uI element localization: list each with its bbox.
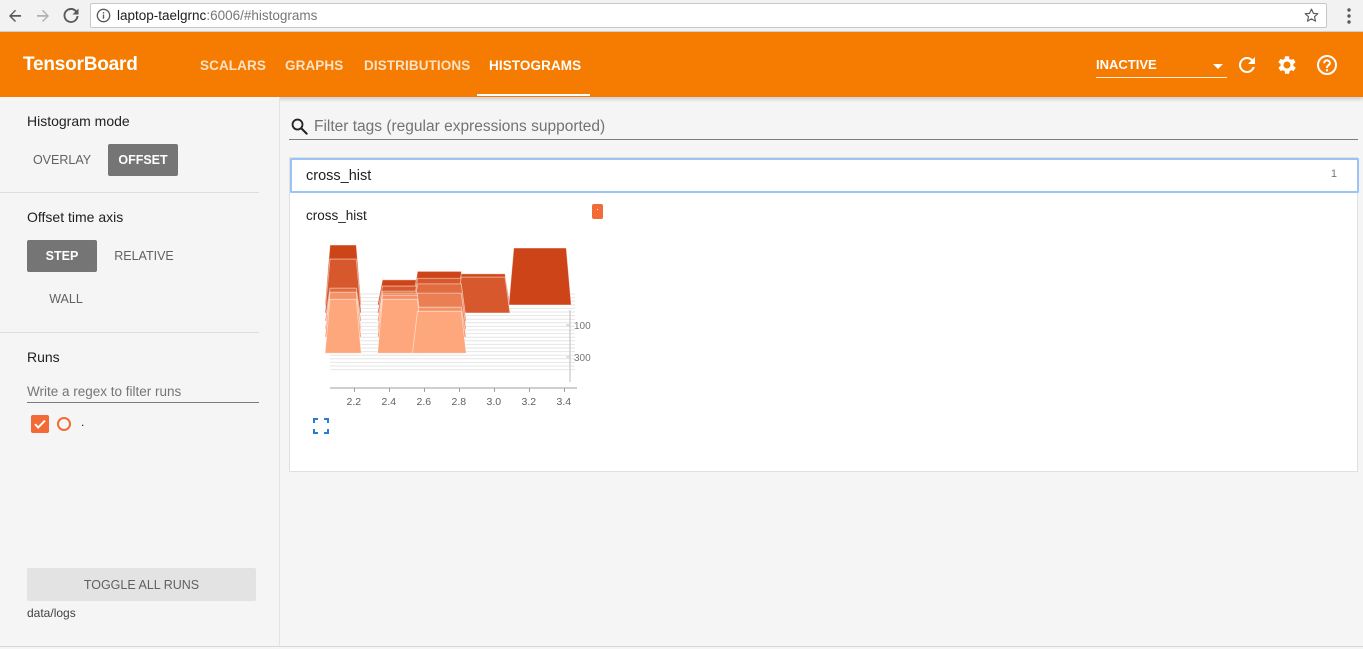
expand-fullscreen-icon[interactable] [313, 418, 329, 434]
sidebar-divider [0, 332, 259, 333]
tag-filter-input[interactable] [314, 116, 1334, 138]
runs-title: Runs [27, 349, 60, 365]
histogram-card-title: cross_hist [306, 208, 367, 223]
checkmark-icon [34, 419, 46, 429]
runs-filter-input[interactable] [27, 380, 259, 403]
histogram-bin [324, 298, 362, 354]
run-name: . [81, 415, 85, 429]
offset-mode-button[interactable]: OFFSET [108, 144, 178, 176]
chevron-down-icon [1213, 64, 1223, 69]
browser-menu-icon[interactable] [1347, 8, 1351, 24]
x-tick-label: 2.8 [452, 396, 467, 408]
offset-time-axis-title: Offset time axis [27, 209, 124, 225]
run-color-swatch[interactable] [57, 417, 71, 431]
address-bar[interactable]: laptop-taelgrnc:6006/#histograms [90, 3, 1327, 28]
reload-icon [63, 8, 79, 23]
tab-distributions[interactable]: DISTRIBUTIONS [364, 58, 470, 73]
relative-axis-button[interactable]: RELATIVE [106, 240, 182, 272]
brand-title: TensorBoard [23, 54, 138, 75]
help-icon[interactable] [1315, 53, 1339, 77]
bottom-divider [0, 646, 1363, 647]
plugin-select-value: INACTIVE [1096, 57, 1157, 72]
tag-filter [289, 113, 1358, 140]
x-tick-label: 3.2 [522, 396, 537, 408]
step-tick-label: 100 [574, 321, 591, 332]
category-name: cross_hist [306, 168, 372, 184]
x-tick-label: 2.6 [417, 396, 432, 408]
refresh-icon[interactable] [1235, 53, 1259, 77]
run-tag-badge: . [592, 203, 603, 219]
overlay-mode-button[interactable]: OVERLAY [27, 144, 97, 176]
arrow-right-icon [37, 9, 49, 22]
back-button[interactable] [3, 4, 27, 28]
x-tick-label: 3.4 [557, 396, 572, 408]
sidebar-divider [0, 192, 259, 193]
x-tick-label: 2.4 [382, 396, 397, 408]
histogram-chart[interactable]: 2.2 2.4 2.6 2.8 3.0 3.2 3.4 100 300 [320, 232, 610, 412]
browser-chrome: laptop-taelgrnc:6006/#histograms [0, 0, 1363, 32]
active-tab-indicator [477, 94, 590, 96]
search-icon [291, 118, 308, 135]
tensorboard-toolbar: TensorBoard SCALARS GRAPHS DISTRIBUTIONS… [0, 32, 1363, 97]
plugin-select-dropdown[interactable]: INACTIVE [1096, 56, 1227, 78]
info-icon[interactable] [96, 8, 111, 23]
wall-axis-button[interactable]: WALL [33, 283, 99, 315]
histogram-mode-title: Histogram mode [27, 113, 130, 129]
tab-scalars[interactable]: SCALARS [200, 58, 266, 73]
category-count: 1 [1330, 168, 1337, 180]
histogram-bin [412, 310, 467, 354]
toggle-all-runs-button[interactable]: TOGGLE ALL RUNS [27, 568, 256, 601]
reload-button[interactable] [59, 4, 83, 28]
step-axis-button[interactable]: STEP [27, 240, 97, 272]
tab-graphs[interactable]: GRAPHS [285, 58, 343, 73]
x-tick-label: 2.2 [347, 396, 362, 408]
run-checkbox[interactable] [31, 415, 49, 433]
forward-button[interactable] [31, 4, 55, 28]
x-tick-label: 3.0 [487, 396, 502, 408]
category-header[interactable]: cross_hist 1 [290, 158, 1359, 193]
histogram-bin [508, 247, 572, 306]
log-directory: data/logs [27, 606, 76, 620]
url-text: laptop-taelgrnc:6006/#histograms [117, 8, 318, 23]
arrow-left-icon [9, 9, 21, 22]
settings-gear-icon[interactable] [1275, 53, 1299, 77]
sidebar: Histogram mode OVERLAY OFFSET Offset tim… [0, 97, 280, 647]
tab-histograms[interactable]: HISTOGRAMS [489, 58, 581, 73]
category-pane: cross_hist 1 cross_hist . 2.2 2.4 2.6 2.8 3.… [289, 157, 1359, 472]
bookmark-star-icon[interactable] [1303, 7, 1320, 24]
step-tick-label: 300 [574, 353, 591, 364]
